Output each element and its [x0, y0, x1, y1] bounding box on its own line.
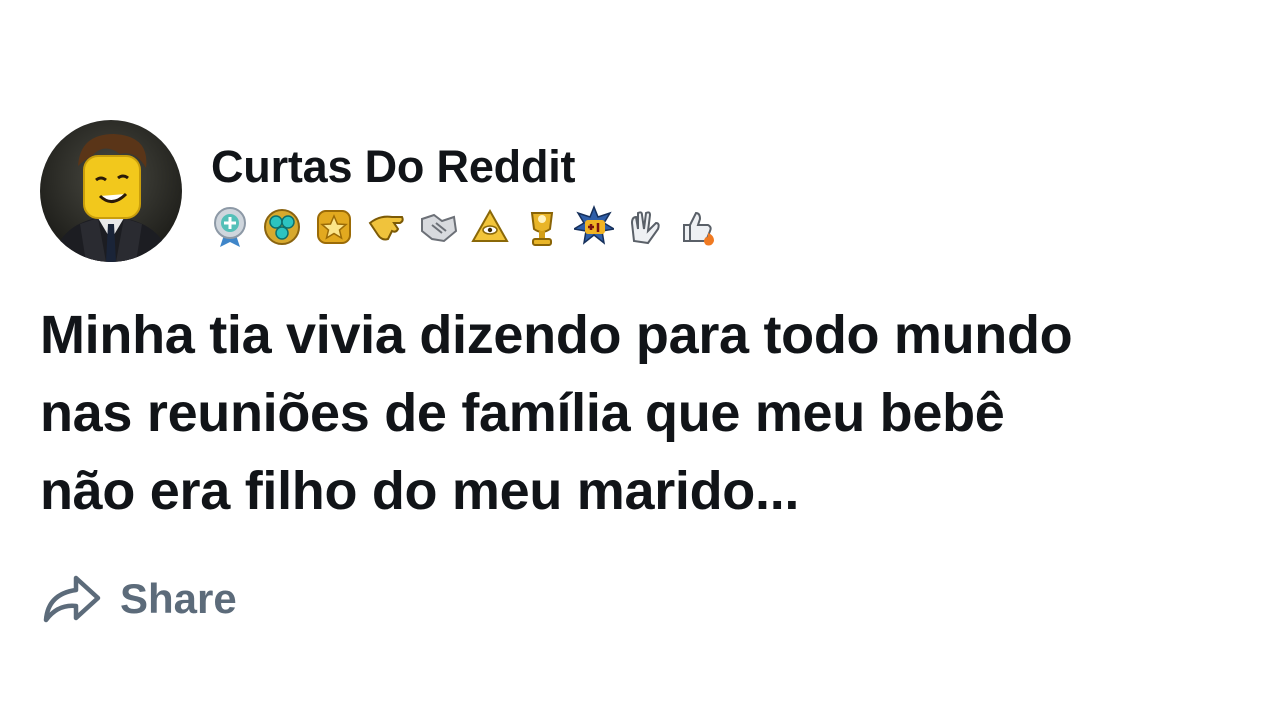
thumbs-up-flame-icon[interactable]: [678, 205, 718, 249]
helpful-medal-icon[interactable]: [210, 205, 250, 249]
share-button[interactable]: Share: [40, 570, 237, 628]
post-title-line: nas reuniões de família que meu bebê: [40, 383, 1005, 443]
all-seeing-pyramid-icon[interactable]: [470, 205, 510, 249]
awards-row: [210, 204, 730, 250]
post-title-line: Minha tia vivia dizendo para todo mundo: [40, 305, 1073, 365]
share-label: Share: [120, 575, 237, 622]
pointing-hand-icon[interactable]: [366, 205, 406, 249]
plus-one-icon[interactable]: [574, 205, 614, 249]
post-title: Minha tia vivia dizendo para todo mundo …: [40, 296, 1276, 530]
author-name[interactable]: Curtas Do Reddit: [211, 141, 576, 193]
handshake-icon[interactable]: [418, 205, 458, 249]
gold-trophy-icon[interactable]: [522, 205, 562, 249]
avatar[interactable]: [40, 120, 182, 262]
clapping-hands-icon[interactable]: [626, 205, 666, 249]
share-arrow-icon: [40, 570, 104, 628]
gold-star-icon[interactable]: [314, 205, 354, 249]
gem-cluster-icon[interactable]: [262, 205, 302, 249]
post-title-line: não era filho do meu marido...: [40, 461, 800, 521]
